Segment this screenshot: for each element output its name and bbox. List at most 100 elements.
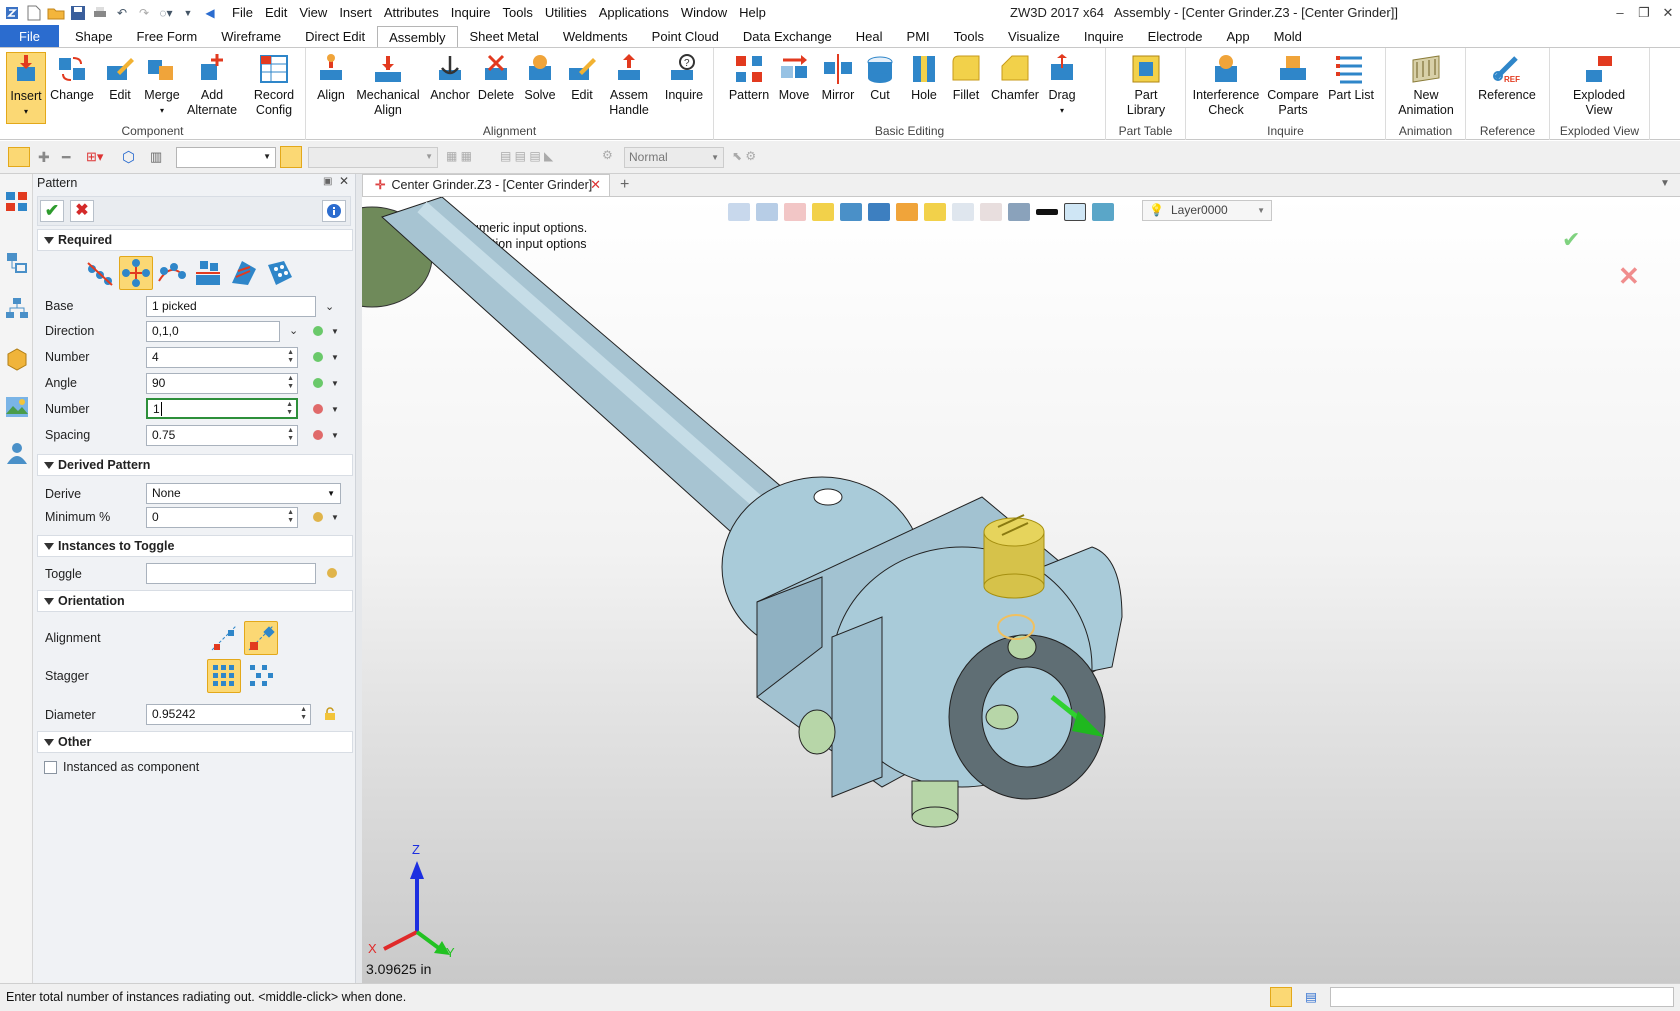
number2-options-icon[interactable]: ▼ bbox=[331, 405, 339, 414]
record-config-button[interactable]: Record Config bbox=[246, 52, 302, 118]
section-other[interactable]: Other bbox=[37, 731, 353, 753]
visual-manager-icon[interactable] bbox=[4, 394, 30, 420]
spacing-options-icon[interactable]: ▼ bbox=[331, 431, 339, 440]
assem-handle-button[interactable]: Assem Handle bbox=[604, 52, 654, 118]
angle-pick-icon[interactable] bbox=[311, 376, 325, 390]
remove-filter-icon[interactable]: ━ bbox=[62, 149, 70, 166]
menu-help[interactable]: Help bbox=[733, 0, 772, 25]
mechanical-align-button[interactable]: Mechanical Align bbox=[356, 52, 420, 118]
part-icon[interactable] bbox=[4, 346, 30, 372]
ok-checkmark-icon[interactable]: ✔ bbox=[40, 200, 64, 222]
angle-field[interactable]: 90 ▲ ▼ bbox=[146, 373, 298, 394]
add-filter-icon[interactable]: ✚ bbox=[38, 149, 50, 166]
select-mode-icon[interactable]: ◌▾ bbox=[156, 3, 176, 23]
new-tab-plus-icon[interactable]: + bbox=[620, 174, 629, 196]
panel-pin-icon[interactable]: ▣ bbox=[323, 176, 332, 187]
number2-field[interactable]: 1 ▲ ▼ bbox=[146, 398, 298, 419]
fillet-button[interactable]: Fillet bbox=[946, 52, 986, 103]
highlight-tool-icon[interactable] bbox=[280, 146, 302, 168]
direction-options-icon[interactable]: ▼ bbox=[331, 327, 339, 336]
tab-point-cloud[interactable]: Point Cloud bbox=[640, 25, 731, 48]
tab-data-exchange[interactable]: Data Exchange bbox=[731, 25, 844, 48]
print-icon[interactable] bbox=[90, 3, 110, 23]
info-icon[interactable] bbox=[322, 200, 346, 222]
status-toggle-icon-1[interactable] bbox=[1270, 987, 1292, 1007]
new-file-icon[interactable] bbox=[24, 3, 44, 23]
menu-utilities[interactable]: Utilities bbox=[539, 0, 593, 25]
menu-window[interactable]: Window bbox=[675, 0, 733, 25]
quick-access-dropdown-icon[interactable]: ▼ bbox=[178, 3, 198, 23]
direction-pick-icon[interactable] bbox=[311, 324, 325, 338]
tab-heal[interactable]: Heal bbox=[844, 25, 895, 48]
insert-button[interactable]: Insert ▾ bbox=[6, 52, 46, 124]
status-toggle-icon-2[interactable]: ▤ bbox=[1300, 987, 1322, 1007]
mirror-button[interactable]: Mirror bbox=[818, 52, 858, 103]
instanced-checkbox[interactable] bbox=[44, 761, 57, 774]
chamfer-button[interactable]: Chamfer bbox=[990, 52, 1040, 103]
pattern-type-linear[interactable] bbox=[83, 256, 117, 290]
delete-constraint-button[interactable]: Delete bbox=[476, 52, 516, 103]
select-shape-icon[interactable]: ⬡ bbox=[122, 148, 135, 166]
alignment-option-2[interactable] bbox=[244, 621, 278, 655]
minimize-icon[interactable]: – bbox=[1608, 0, 1632, 25]
pattern-type-fill[interactable] bbox=[227, 256, 261, 290]
tab-tools[interactable]: Tools bbox=[942, 25, 996, 48]
spacing-spinner-icon[interactable]: ▲ ▼ bbox=[287, 427, 294, 443]
menu-edit[interactable]: Edit bbox=[259, 0, 293, 25]
tab-inquire[interactable]: Inquire bbox=[1072, 25, 1136, 48]
restore-icon[interactable]: ❐ bbox=[1632, 0, 1656, 25]
tab-weldments[interactable]: Weldments bbox=[551, 25, 640, 48]
tab-mold[interactable]: Mold bbox=[1262, 25, 1314, 48]
back-arrow-icon[interactable]: ◀ bbox=[200, 3, 220, 23]
solve-button[interactable]: Solve bbox=[520, 52, 560, 103]
diameter-spinner-icon[interactable]: ▲ ▼ bbox=[300, 706, 307, 722]
document-tab-close-icon[interactable]: ✕ bbox=[590, 175, 601, 195]
section-orientation[interactable]: Orientation bbox=[37, 590, 353, 612]
new-animation-button[interactable]: New Animation bbox=[1390, 52, 1462, 118]
menu-attributes[interactable]: Attributes bbox=[378, 0, 445, 25]
number1-field[interactable]: 4 ▲ ▼ bbox=[146, 347, 298, 368]
base-expand-icon[interactable]: ⌄ bbox=[325, 300, 334, 313]
menu-inquire[interactable]: Inquire bbox=[445, 0, 497, 25]
tab-assembly[interactable]: Assembly bbox=[377, 26, 458, 49]
panel-close-icon[interactable]: ✕ bbox=[339, 174, 349, 188]
diameter-lock-icon[interactable] bbox=[323, 707, 337, 721]
undo-icon[interactable]: ↶ bbox=[112, 3, 132, 23]
move-button[interactable]: Move bbox=[774, 52, 814, 103]
menu-applications[interactable]: Applications bbox=[593, 0, 675, 25]
menu-tools[interactable]: Tools bbox=[497, 0, 539, 25]
derive-dropdown[interactable]: None ▼ bbox=[146, 483, 341, 504]
anchor-button[interactable]: Anchor bbox=[428, 52, 472, 103]
tab-app[interactable]: App bbox=[1215, 25, 1262, 48]
filter-options-icon[interactable]: ⊞▾ bbox=[86, 149, 103, 165]
pattern-panel-icon[interactable] bbox=[4, 188, 30, 214]
edit-component-button[interactable]: Edit bbox=[100, 52, 140, 103]
interference-check-button[interactable]: Interference Check bbox=[1192, 52, 1260, 118]
part-list-button[interactable]: Part List bbox=[1326, 52, 1376, 103]
inquire-constraint-button[interactable]: ? Inquire bbox=[658, 52, 710, 103]
menu-insert[interactable]: Insert bbox=[333, 0, 378, 25]
section-instances-to-toggle[interactable]: Instances to Toggle bbox=[37, 535, 353, 557]
number1-pick-icon[interactable] bbox=[311, 350, 325, 364]
direction-expand-icon[interactable]: ⌄ bbox=[289, 324, 298, 337]
pick-mode-icon[interactable] bbox=[8, 147, 30, 167]
tab-pmi[interactable]: PMI bbox=[895, 25, 942, 48]
number1-spinner-icon[interactable]: ▲ ▼ bbox=[287, 349, 294, 365]
pattern-type-circular[interactable] bbox=[119, 256, 153, 290]
close-window-icon[interactable]: ✕ bbox=[1656, 0, 1680, 25]
hole-button[interactable]: Hole bbox=[904, 52, 944, 103]
number1-options-icon[interactable]: ▼ bbox=[331, 353, 339, 362]
document-tab[interactable]: ✛ Center Grinder.Z3 - [Center Grinder] ✕ bbox=[362, 174, 610, 196]
spacing-pick-icon[interactable] bbox=[311, 428, 325, 442]
tab-electrode[interactable]: Electrode bbox=[1136, 25, 1215, 48]
stagger-option-offset[interactable] bbox=[244, 659, 278, 693]
toggle-pick-icon[interactable] bbox=[325, 566, 339, 580]
alignment-option-1[interactable] bbox=[207, 621, 241, 655]
tab-file[interactable]: File bbox=[0, 25, 59, 48]
minimum-field[interactable]: 0 ▲ ▼ bbox=[146, 507, 298, 528]
tab-wireframe[interactable]: Wireframe bbox=[209, 25, 293, 48]
angle-options-icon[interactable]: ▼ bbox=[331, 379, 339, 388]
angle-spinner-icon[interactable]: ▲ ▼ bbox=[287, 375, 294, 391]
save-icon[interactable] bbox=[68, 3, 88, 23]
assembly-tree-icon[interactable] bbox=[4, 296, 30, 322]
